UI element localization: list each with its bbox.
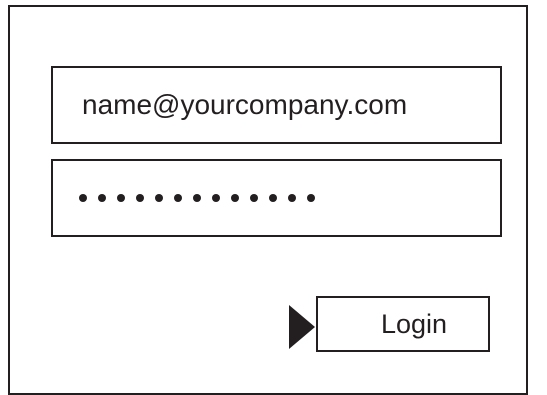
login-button-label: Login — [380, 308, 448, 339]
password-dot — [307, 194, 315, 202]
password-dot — [155, 194, 163, 202]
email-value: name@yourcompany.com — [82, 89, 408, 120]
password-dot — [79, 194, 87, 202]
password-dot — [212, 194, 220, 202]
password-dot — [288, 194, 296, 202]
password-dot — [269, 194, 277, 202]
password-dot — [193, 194, 201, 202]
pointer-icon — [289, 305, 315, 349]
password-dot — [231, 194, 239, 202]
password-dot — [250, 194, 258, 202]
login-button[interactable]: Login — [316, 296, 490, 352]
email-field[interactable]: name@yourcompany.com — [51, 66, 502, 144]
password-field[interactable] — [51, 159, 502, 237]
password-dot — [98, 194, 106, 202]
password-dot — [117, 194, 125, 202]
password-dot — [174, 194, 182, 202]
password-mask — [79, 194, 315, 202]
password-dot — [136, 194, 144, 202]
